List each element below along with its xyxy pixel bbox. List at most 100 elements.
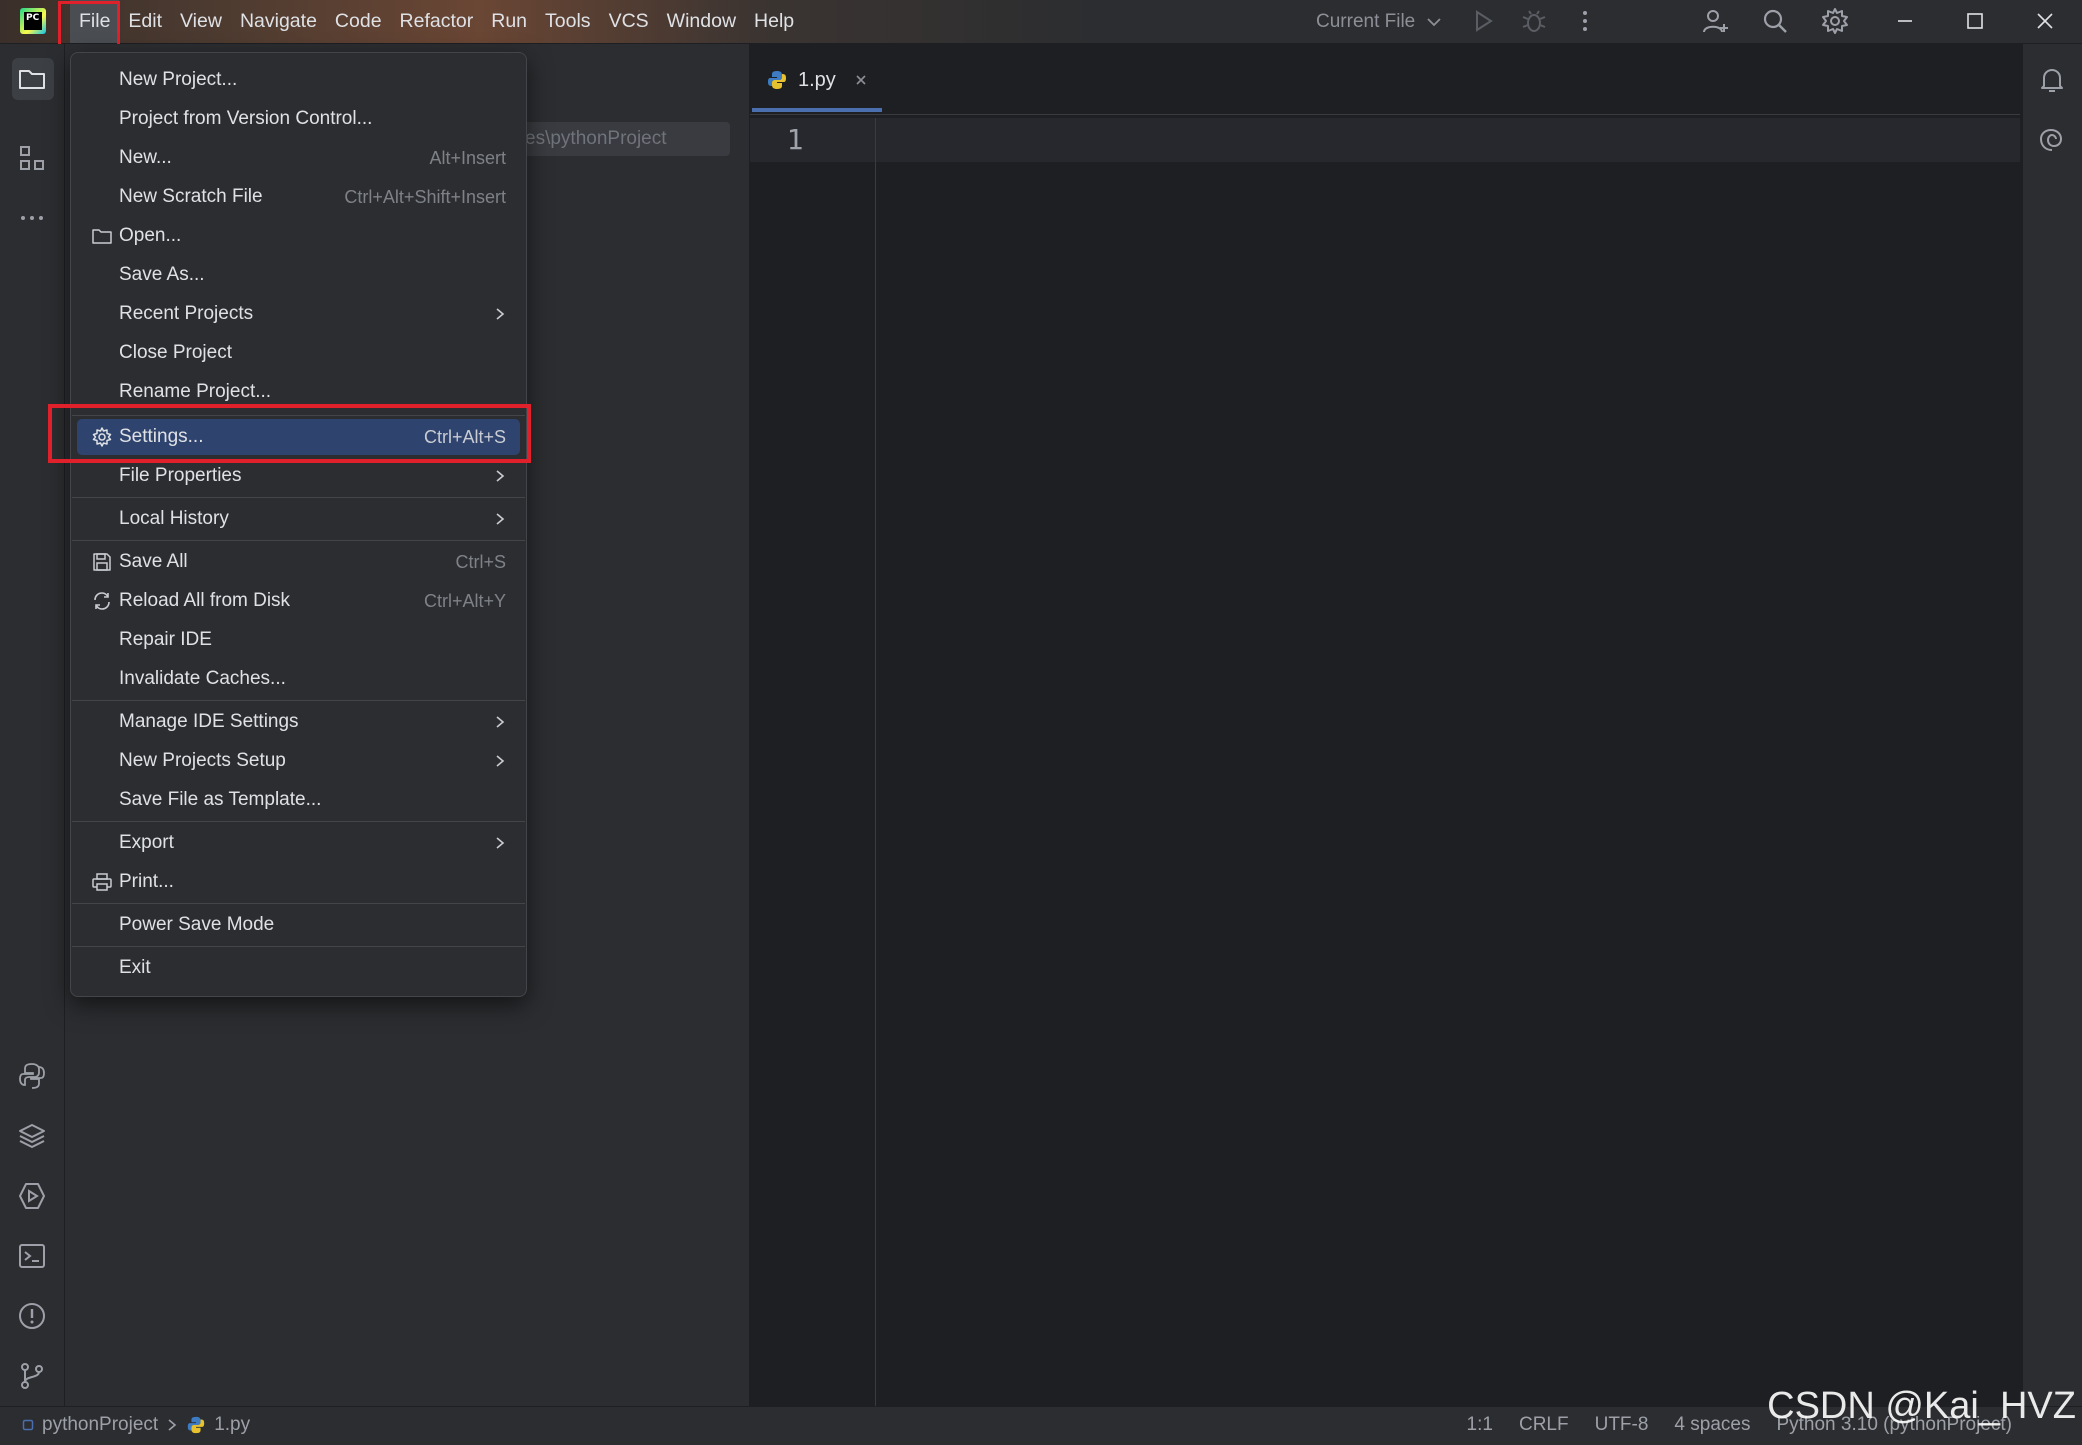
- more-tools-icon[interactable]: [16, 202, 48, 234]
- menu-item-new-project[interactable]: New Project...: [77, 62, 520, 98]
- right-tool-strip: [2022, 44, 2082, 1406]
- menu-refactor[interactable]: Refactor: [391, 0, 483, 43]
- editor-tab-bar: [750, 44, 2020, 115]
- menu-run[interactable]: Run: [482, 0, 536, 43]
- menu-item-new[interactable]: New... Alt+Insert: [77, 140, 520, 176]
- menu-item-label: Rename Project...: [119, 381, 272, 402]
- menu-edit[interactable]: Edit: [119, 0, 171, 43]
- editor-tab-1py[interactable]: 1.py: [766, 60, 868, 100]
- menu-item-file-properties[interactable]: File Properties: [77, 458, 520, 494]
- editor-tab-label: 1.py: [798, 68, 836, 91]
- menu-help[interactable]: Help: [745, 0, 803, 43]
- maximize-window-icon[interactable]: [1960, 6, 1990, 36]
- close-window-icon[interactable]: [2030, 6, 2060, 36]
- file-encoding[interactable]: UTF-8: [1595, 1414, 1649, 1436]
- menu-item-save-all[interactable]: Save All Ctrl+S: [77, 544, 520, 580]
- menu-item-label: Project from Version Control...: [119, 108, 373, 129]
- menu-item-save-as[interactable]: Save As...: [77, 257, 520, 293]
- main-menu-bar: File Edit View Navigate Code Refactor Ru…: [70, 0, 803, 43]
- indent-setting[interactable]: 4 spaces: [1674, 1414, 1750, 1436]
- run-icon[interactable]: [1468, 6, 1498, 36]
- debug-icon[interactable]: [1519, 6, 1549, 36]
- notifications-bell-icon[interactable]: [2036, 64, 2068, 96]
- menu-item-new-projects-setup[interactable]: New Projects Setup: [77, 743, 520, 779]
- project-folder-icon[interactable]: [16, 63, 48, 95]
- settings-gear-icon[interactable]: [1820, 6, 1850, 36]
- run-config-selector[interactable]: Current File: [1316, 0, 1441, 43]
- menu-separator: [72, 540, 525, 541]
- file-menu-popup: New Project... Project from Version Cont…: [70, 52, 527, 997]
- menu-item-local-history[interactable]: Local History: [77, 501, 520, 537]
- menu-item-label: Manage IDE Settings: [119, 711, 299, 732]
- menu-item-power-save-mode[interactable]: Power Save Mode: [77, 907, 520, 943]
- editor-area[interactable]: [750, 44, 2020, 1406]
- close-tab-icon[interactable]: [854, 73, 868, 87]
- menu-item-invalidate-caches[interactable]: Invalidate Caches...: [77, 661, 520, 697]
- search-icon[interactable]: [1760, 6, 1790, 36]
- line-number: 1: [786, 123, 804, 156]
- menu-item-export[interactable]: Export: [77, 825, 520, 861]
- menu-window[interactable]: Window: [658, 0, 745, 43]
- menu-vcs[interactable]: VCS: [600, 0, 658, 43]
- menu-item-print[interactable]: Print...: [77, 864, 520, 900]
- menu-item-label: Close Project: [119, 342, 232, 363]
- chevron-right-icon: [496, 308, 505, 320]
- python-packages-icon[interactable]: [16, 1120, 48, 1152]
- chevron-right-icon: [496, 470, 505, 482]
- chevron-right-icon: [496, 837, 505, 849]
- editor-gutter-divider: [875, 118, 876, 1406]
- menu-item-label: New Scratch File: [119, 186, 263, 207]
- menu-item-label: New...: [119, 147, 172, 168]
- menu-item-save-file-as-template[interactable]: Save File as Template...: [77, 782, 520, 818]
- menu-navigate[interactable]: Navigate: [231, 0, 326, 43]
- terminal-icon[interactable]: [16, 1240, 48, 1272]
- menu-item-label: File Properties: [119, 465, 242, 486]
- menu-code[interactable]: Code: [326, 0, 391, 43]
- caret-position[interactable]: 1:1: [1467, 1414, 1493, 1436]
- run-config-label: Current File: [1316, 11, 1416, 32]
- menu-item-shortcut: Ctrl+Alt+Y: [423, 590, 506, 611]
- add-user-icon[interactable]: [1700, 6, 1730, 36]
- menu-item-repair-ide[interactable]: Repair IDE: [77, 622, 520, 658]
- menu-item-label: Repair IDE: [119, 629, 212, 650]
- ai-assistant-icon[interactable]: [2036, 124, 2068, 156]
- menu-item-reload-all-from-disk[interactable]: Reload All from Disk Ctrl+Alt+Y: [77, 583, 520, 619]
- menu-item-label: Save As...: [119, 264, 205, 285]
- menu-tools[interactable]: Tools: [536, 0, 600, 43]
- more-actions-icon[interactable]: [1570, 6, 1600, 36]
- chevron-right-icon: [496, 755, 505, 767]
- git-icon[interactable]: [16, 1360, 48, 1392]
- settings-highlight-box: [48, 404, 531, 463]
- problems-icon[interactable]: [16, 1300, 48, 1332]
- menu-item-open[interactable]: Open...: [77, 218, 520, 254]
- menu-item-manage-ide-settings[interactable]: Manage IDE Settings: [77, 704, 520, 740]
- python-console-icon[interactable]: [16, 1060, 48, 1092]
- menu-item-label: Export: [119, 832, 174, 853]
- print-icon: [92, 873, 112, 891]
- menu-item-label: Print...: [119, 871, 174, 892]
- breadcrumb-project[interactable]: pythonProject: [42, 1414, 158, 1436]
- minimize-window-icon[interactable]: [1890, 6, 1920, 36]
- chevron-right-icon: [496, 716, 505, 728]
- save-icon: [93, 553, 111, 571]
- menu-item-close-project[interactable]: Close Project: [77, 335, 520, 371]
- breadcrumb-file[interactable]: 1.py: [214, 1414, 250, 1436]
- menu-item-label: Save File as Template...: [119, 789, 322, 810]
- menu-item-recent-projects[interactable]: Recent Projects: [77, 296, 520, 332]
- structure-icon[interactable]: [16, 142, 48, 174]
- csdn-watermark: CSDN @Kai_HVZ: [1767, 1385, 2076, 1427]
- menu-item-label: Save All: [119, 551, 188, 572]
- services-icon[interactable]: [16, 1180, 48, 1212]
- menu-item-label: Local History: [119, 508, 229, 529]
- line-separator[interactable]: CRLF: [1519, 1414, 1569, 1436]
- menu-item-exit[interactable]: Exit: [77, 950, 520, 986]
- menu-separator: [72, 821, 525, 822]
- python-file-icon: [188, 1416, 205, 1434]
- menu-item-label: Power Save Mode: [119, 914, 275, 935]
- menu-item-new-scratch-file[interactable]: New Scratch File Ctrl+Alt+Shift+Insert: [77, 179, 520, 215]
- menu-separator: [72, 497, 525, 498]
- menu-separator: [72, 903, 525, 904]
- menu-view[interactable]: View: [171, 0, 231, 43]
- pycharm-logo-icon[interactable]: PC: [20, 8, 46, 34]
- menu-item-project-from-vcs[interactable]: Project from Version Control...: [77, 101, 520, 137]
